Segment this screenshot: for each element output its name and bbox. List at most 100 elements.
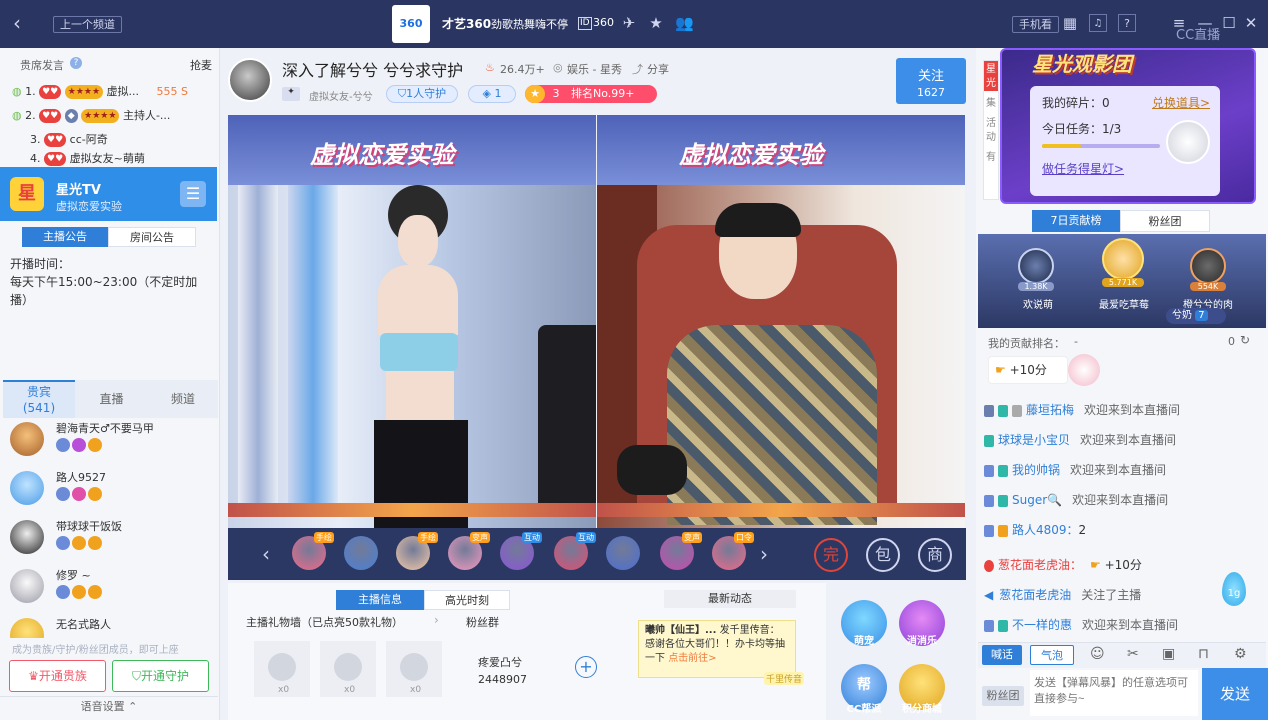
guard-button[interactable]: ⛉1人守护 (386, 85, 458, 103)
video-left[interactable]: 虚拟恋爱实验 (228, 115, 596, 529)
cc-gang-button[interactable]: 帮 CC帮派 (841, 664, 887, 715)
complete-icon[interactable]: 完 (814, 538, 848, 572)
side-tab[interactable]: 活动 (984, 117, 998, 145)
tab-shout[interactable]: 喊话 (982, 645, 1022, 665)
list-icon[interactable]: ☰ (180, 181, 206, 207)
prev-channel-button[interactable]: 上一个频道 (53, 16, 122, 33)
plane-icon[interactable]: ✈ (620, 14, 638, 32)
category[interactable]: 娱乐 - 星秀 (567, 61, 622, 77)
news-link[interactable]: 点击前往> (668, 653, 716, 664)
side-tab[interactable]: 集 (984, 97, 998, 111)
emoji-icon[interactable]: ☺ (1090, 646, 1105, 662)
follow-button[interactable]: 关注 1627 (896, 58, 966, 104)
chat-message[interactable]: 不一样的惠 欢迎来到本直播间 (984, 614, 1178, 636)
fan-group-button[interactable]: 粉丝团 (982, 686, 1024, 706)
list-item[interactable]: 路人9527 (8, 467, 208, 515)
tab-streamer-notice[interactable]: 主播公告 (22, 227, 108, 247)
back-icon[interactable]: ‹ (8, 13, 26, 33)
open-noble-button[interactable]: ♛开通贵族 (9, 660, 106, 692)
send-button[interactable]: 发送 (1202, 668, 1268, 720)
avatar[interactable] (1102, 238, 1144, 280)
tab-fan-group[interactable]: 粉丝团 (1120, 210, 1210, 232)
voice-settings-button[interactable]: 语音设置 ⌃ (0, 696, 218, 720)
tab-highlights[interactable]: 高光时刻 (424, 590, 510, 610)
chat-input[interactable] (1030, 670, 1198, 716)
star-group-card[interactable]: 星光观影团 我的碎片：0 兑换道具> 今日任务：1/3 做任务得星灯> (1000, 48, 1256, 204)
gift-item[interactable]: 互动 (554, 532, 596, 570)
shop-icon[interactable]: 商 (918, 538, 952, 572)
rank-row[interactable]: ◍ 2. ♥♥ ◆ ★★★★ 主持人-... (12, 106, 170, 126)
wall-gift[interactable]: x0 (254, 641, 310, 697)
gift-item[interactable]: 互动 (500, 532, 542, 570)
share-button[interactable]: 分享 (647, 61, 669, 77)
settings-icon[interactable]: ⚙ (1234, 646, 1247, 662)
add-icon[interactable]: + (575, 656, 597, 678)
wall-gift[interactable]: x0 (320, 641, 376, 697)
open-guard-button[interactable]: ⛉开通守护 (112, 660, 209, 692)
tab-channel[interactable]: 频道 (148, 380, 218, 418)
video-right[interactable]: 虚拟恋爱实验 (597, 115, 965, 529)
list-item[interactable]: 无名式路人 (8, 614, 208, 638)
chat-user[interactable]: 藤垣拓梅 (1026, 403, 1074, 417)
bag-icon[interactable]: 包 (866, 538, 900, 572)
chat-user[interactable]: Suger🔍 (1012, 493, 1062, 507)
maximize-icon[interactable]: ☐ (1220, 14, 1238, 32)
chat-user[interactable]: 不一样的惠 (1012, 618, 1072, 632)
chevron-right-icon[interactable]: › (434, 613, 439, 627)
help-icon[interactable]: ? (1118, 14, 1136, 32)
gift-item[interactable]: 变声 (660, 532, 702, 570)
wall-gift[interactable]: x0 (386, 641, 442, 697)
side-tab[interactable]: 星光 (984, 61, 998, 91)
gift-item[interactable]: 手绘 (292, 532, 334, 570)
grid-icon[interactable]: ▦ (1061, 14, 1079, 32)
gift-next-icon[interactable]: › (760, 542, 768, 566)
avatar[interactable] (1190, 248, 1226, 284)
rank-row[interactable]: ◍ 1. ♥♥ ★★★★ 虚拟... 555 S (12, 82, 188, 102)
grab-mic-button[interactable]: 抢麦 (190, 57, 212, 73)
match-game-button[interactable]: 消消乐 (899, 600, 945, 647)
tab-streamer-info[interactable]: 主播信息 (336, 590, 424, 610)
scissors-icon[interactable]: ✂ (1127, 646, 1139, 662)
tab-live[interactable]: 直播 (75, 380, 148, 418)
chat-message[interactable]: Suger🔍 欢迎来到本直播间 (984, 489, 1168, 511)
gift-prev-icon[interactable]: ‹ (262, 542, 270, 566)
task-link[interactable]: 做任务得星灯> (1042, 160, 1124, 177)
bell-icon[interactable]: ♫ (1089, 14, 1107, 32)
refresh-icon[interactable]: ↻ (1240, 333, 1250, 347)
gift-item[interactable] (344, 536, 378, 570)
chat-user[interactable]: 葱花面老虎油： (998, 558, 1082, 572)
lock-icon[interactable]: ⊓ (1198, 646, 1209, 662)
rank-row[interactable]: 3. ♥♥ cc-阿奇 (30, 130, 108, 150)
list-item[interactable]: 碧海青天♂不要马甲 (8, 418, 208, 466)
chat-message[interactable]: 藤垣拓梅 欢迎来到本直播间 (984, 399, 1180, 421)
close-icon[interactable]: ✕ (1242, 14, 1260, 32)
side-tab[interactable]: 有 (984, 151, 998, 165)
news-card[interactable]: 曦帅【仙王】... 发千里传音：感谢各位大哥们！！办卡均等抽一下 点击前往> (638, 620, 796, 678)
chat-message[interactable]: 葱花面老虎油： ☛ +10分 (984, 554, 1142, 576)
gift-item[interactable]: 手绘 (396, 532, 438, 570)
chat-user[interactable]: 我的帅锅 (1012, 463, 1060, 477)
fans-button[interactable]: ◈ 1 (468, 85, 516, 103)
rank-row[interactable]: 4. ♥♥ 虚拟女友~萌萌 (30, 152, 145, 166)
tab-vip[interactable]: 贵宾 (541) (3, 380, 75, 418)
chat-message[interactable]: 我的帅锅 欢迎来到本直播间 (984, 459, 1166, 481)
info-icon[interactable]: ? (70, 57, 82, 69)
pet-button[interactable]: 萌宠 (841, 600, 887, 647)
avatar[interactable] (1018, 248, 1054, 284)
rank-button[interactable]: ★ 3 排名No.99+ (525, 85, 657, 103)
points-mall-button[interactable]: 积分商城 (899, 664, 945, 715)
chat-message[interactable]: ◀ 葱花面老虎油 关注了主播 (984, 584, 1141, 606)
drop-icon[interactable]: 1g (1222, 572, 1246, 606)
chat-user[interactable]: 路人4809： (1012, 523, 1079, 537)
chat-user[interactable]: 葱花面老虎油 (999, 588, 1071, 602)
exchange-link[interactable]: 兑换道具> (1152, 94, 1210, 111)
list-item[interactable]: 带球球干饭饭 (8, 516, 208, 564)
side-activity-tabs[interactable]: 星光 集 活动 有 (983, 60, 999, 200)
gift-item[interactable]: 口令 (712, 532, 754, 570)
phone-watch-button[interactable]: 手机看 (1012, 16, 1059, 33)
streamer-avatar[interactable] (228, 58, 272, 102)
users-icon[interactable]: 👥 (675, 14, 694, 32)
tab-latest-news[interactable]: 最新动态 (664, 590, 796, 608)
chat-message[interactable]: 路人4809：2 (984, 519, 1086, 541)
chat-message[interactable]: 球球是小宝贝 欢迎来到本直播间 (984, 429, 1176, 451)
